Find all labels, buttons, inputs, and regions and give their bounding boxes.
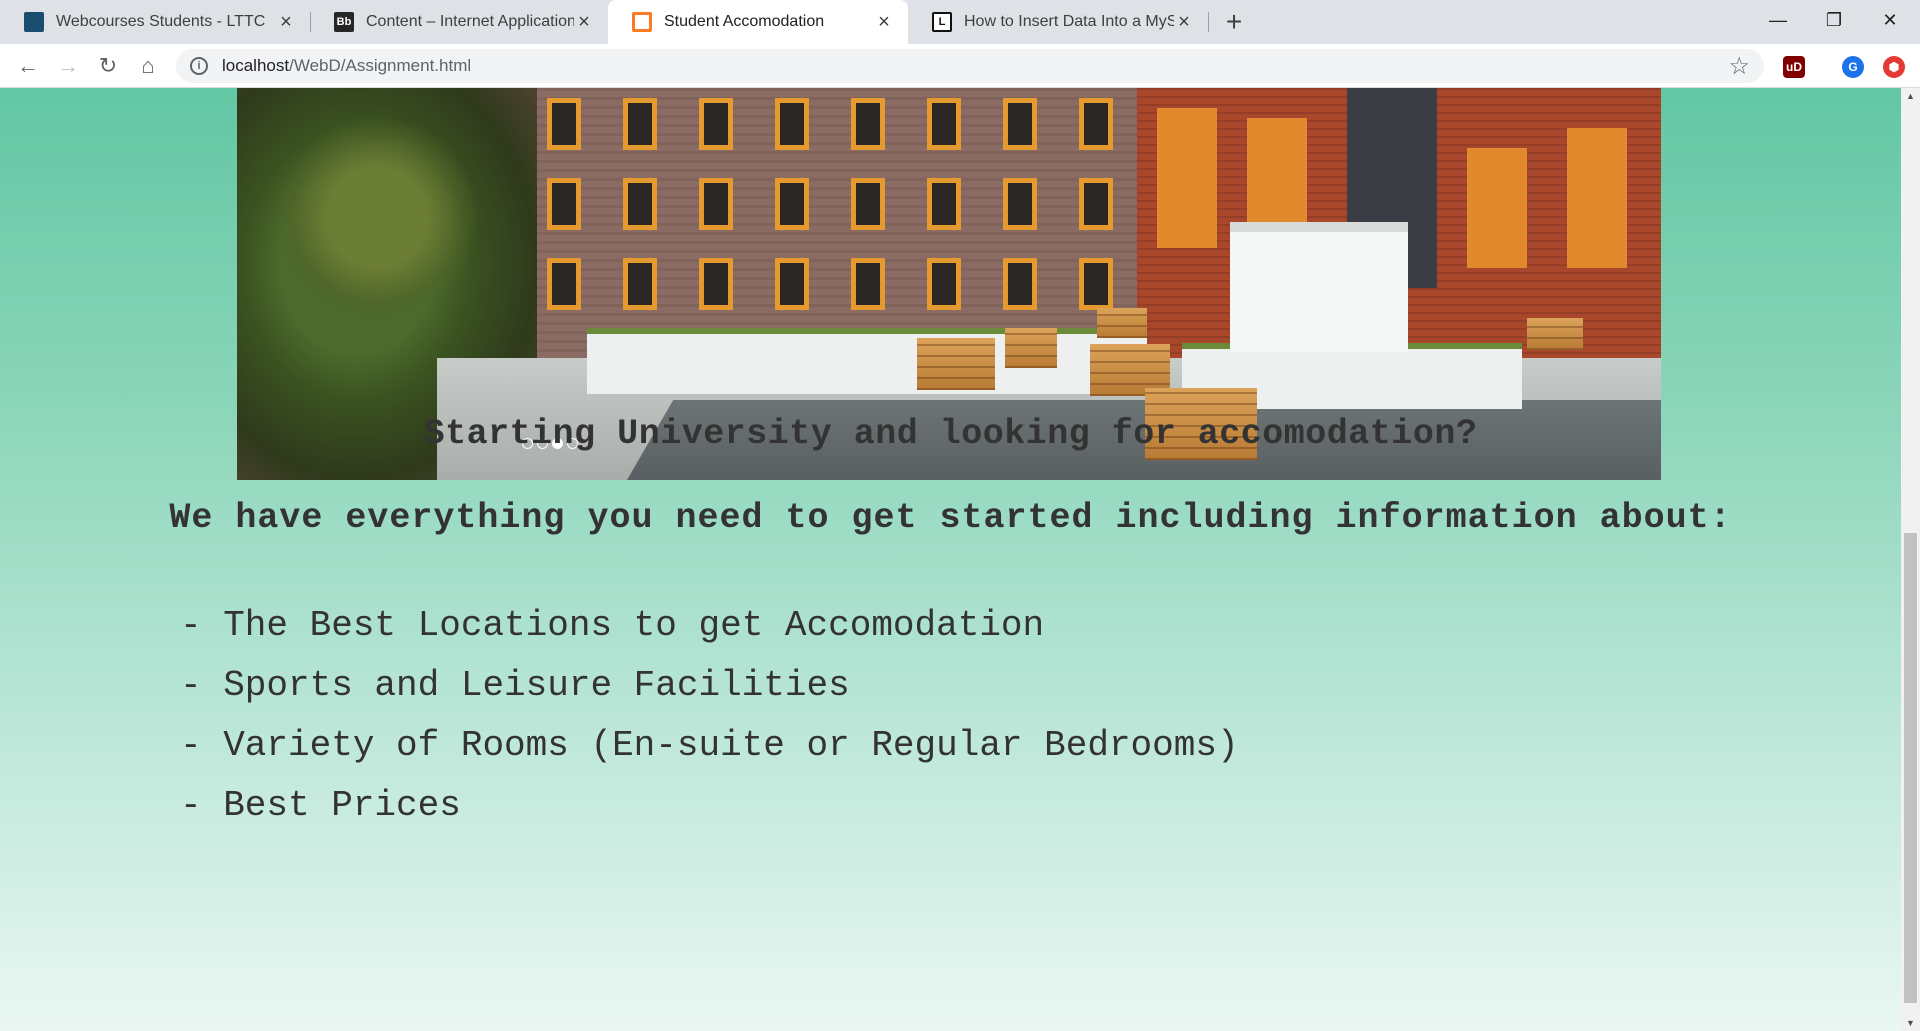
list-item: - Best Prices <box>180 785 461 826</box>
question-heading: Starting University and looking for acco… <box>423 414 1478 454</box>
window <box>775 258 809 310</box>
webcourses-favicon <box>24 12 44 32</box>
close-icon[interactable]: × <box>874 11 894 34</box>
window <box>851 178 885 230</box>
wooden-bench <box>917 338 995 390</box>
window <box>927 98 961 150</box>
wooden-bench <box>1097 308 1147 338</box>
scroll-down-arrow-icon[interactable]: ▼ <box>1901 1015 1920 1031</box>
window <box>851 98 885 150</box>
window <box>1003 178 1037 230</box>
new-tab-button[interactable]: + <box>1218 6 1250 38</box>
wooden-bench <box>1527 318 1583 350</box>
tab-title: Webcourses Students - LTTC <box>56 13 266 30</box>
window <box>623 98 657 150</box>
ublock-origin-icon[interactable]: uD <box>1783 56 1805 78</box>
site-info-icon[interactable]: i <box>190 57 208 75</box>
close-icon[interactable]: × <box>276 11 296 34</box>
url-text[interactable]: localhost/WebD/Assignment.html <box>222 56 471 76</box>
window <box>1003 98 1037 150</box>
intro-heading: We have everything you need to get start… <box>169 498 1732 538</box>
browser-window: Webcourses Students - LTTC × Bb Content … <box>0 0 1920 1031</box>
close-window-button[interactable]: ✕ <box>1862 0 1918 44</box>
page-viewport: Starting University and looking for acco… <box>0 88 1901 1031</box>
list-item: - The Best Locations to get Accomodation <box>180 605 1045 646</box>
orange-panel <box>1567 128 1627 268</box>
window-grid-left <box>547 98 1113 310</box>
slide-tree-foliage <box>277 118 477 318</box>
window <box>1079 258 1113 310</box>
tab-title: Content – Internet Application ar <box>366 13 574 30</box>
planter <box>587 328 1147 394</box>
minimize-button[interactable]: — <box>1750 0 1806 44</box>
url-host: localhost <box>222 56 290 75</box>
window <box>623 178 657 230</box>
home-icon[interactable]: ⌂ <box>132 50 164 82</box>
profile-avatar[interactable]: G <box>1842 56 1864 78</box>
window <box>623 258 657 310</box>
tab-title: Student Accomodation <box>664 13 825 30</box>
tab-student-accomodation[interactable]: Student Accomodation × <box>608 0 908 44</box>
tab-separator <box>1208 12 1209 32</box>
orange-panel <box>1157 108 1217 248</box>
window <box>547 178 581 230</box>
window <box>547 98 581 150</box>
tab-title: How to Insert Data Into a MySQL <box>964 13 1174 30</box>
forward-arrow-icon[interactable]: → <box>52 50 84 82</box>
window <box>1079 178 1113 230</box>
url-path: /WebD/Assignment.html <box>289 56 472 75</box>
window <box>699 178 733 230</box>
tab-insert-mysql[interactable]: L How to Insert Data Into a MySQL × <box>908 0 1208 44</box>
back-arrow-icon[interactable]: ← <box>12 50 44 82</box>
tab-webcourses[interactable]: Webcourses Students - LTTC × <box>0 0 310 44</box>
xampp-favicon <box>632 12 652 32</box>
extension-red-icon[interactable]: ⬢ <box>1883 56 1905 78</box>
window <box>699 258 733 310</box>
blackboard-favicon: Bb <box>334 12 354 32</box>
window <box>699 98 733 150</box>
features-list: - The Best Locations to get Accomodation… <box>180 596 1239 836</box>
scroll-up-arrow-icon[interactable]: ▲ <box>1901 88 1920 104</box>
window <box>927 178 961 230</box>
close-icon[interactable]: × <box>574 11 594 34</box>
window <box>1003 258 1037 310</box>
tab-blackboard-content[interactable]: Bb Content – Internet Application ar × <box>310 0 608 44</box>
orange-panel <box>1467 148 1527 268</box>
window <box>927 258 961 310</box>
address-bar[interactable]: i localhost/WebD/Assignment.html ☆ <box>176 49 1764 83</box>
window <box>851 258 885 310</box>
bookmark-star-icon[interactable]: ☆ <box>1728 52 1750 81</box>
window <box>1079 98 1113 150</box>
vertical-scrollbar[interactable]: ▲ ▼ <box>1901 88 1920 1031</box>
rooftop-vent <box>1230 232 1408 352</box>
wooden-bench <box>1005 328 1057 368</box>
list-item: - Variety of Rooms (En-suite or Regular … <box>180 725 1239 766</box>
close-icon[interactable]: × <box>1174 11 1194 34</box>
maximize-button[interactable]: ❐ <box>1806 0 1862 44</box>
reload-icon[interactable]: ↻ <box>92 50 124 82</box>
list-item: - Sports and Leisure Facilities <box>180 665 850 706</box>
lifewire-favicon: L <box>932 12 952 32</box>
browser-toolbar: ← → ↻ ⌂ i localhost/WebD/Assignment.html… <box>0 44 1920 88</box>
window <box>547 258 581 310</box>
tab-strip: Webcourses Students - LTTC × Bb Content … <box>0 0 1920 44</box>
window <box>775 98 809 150</box>
window <box>775 178 809 230</box>
scrollbar-thumb[interactable] <box>1904 533 1917 1003</box>
